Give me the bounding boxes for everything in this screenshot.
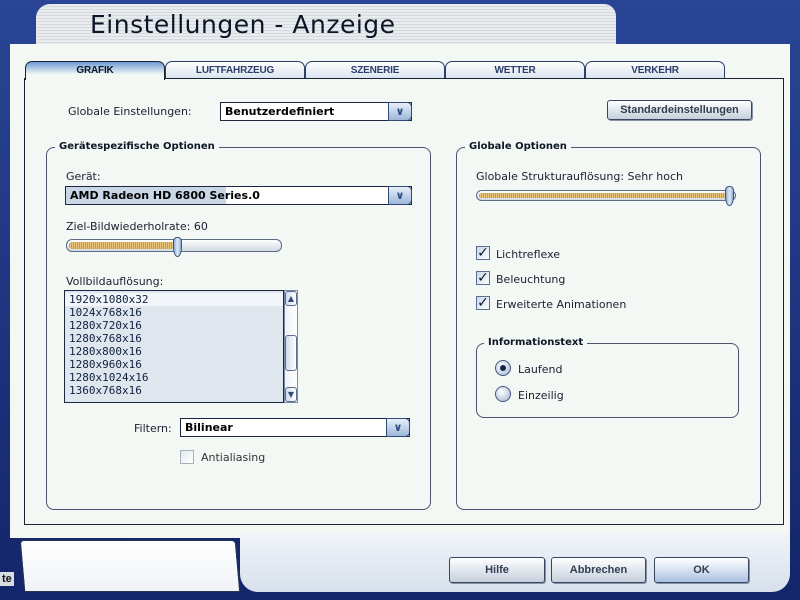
texture-resolution-thumb[interactable] [725,186,734,206]
resolution-item[interactable]: 1280x960x16 [65,358,283,371]
refresh-rate-fill [69,242,176,249]
resolution-item[interactable]: 1280x768x16 [65,332,283,345]
info-text-title: Informationstext [484,337,588,348]
global-settings-select[interactable]: Benutzerdefiniert ∨ [220,102,412,121]
laufend-radio[interactable] [495,360,511,376]
resolution-item[interactable]: 1024x768x16 [65,306,283,319]
resolution-item[interactable]: 1280x800x16 [65,345,283,358]
scroll-down-icon[interactable]: ▼ [285,387,297,402]
chevron-down-icon[interactable]: ∨ [388,102,412,121]
resolution-scrollbar[interactable]: ▲ ▼ [284,290,298,403]
texture-resolution-slider[interactable] [476,186,736,206]
device-value: AMD Radeon HD 6800 Series.0 [70,189,260,202]
refresh-rate-label: Ziel-Bildwiederholrate: 60 [66,220,208,233]
filter-select[interactable]: Bilinear ∨ [180,418,410,437]
resolution-list[interactable]: 1920x1080x32 1024x768x16 1280x720x16 1280x7… [64,290,284,403]
filter-value: Bilinear [185,421,233,434]
global-options-title: Globale Optionen [465,141,571,152]
einzeilig-label: Einzeilig [518,389,564,402]
tab-wetter[interactable]: WETTER [445,61,585,79]
resolution-item[interactable]: 1280x720x16 [65,319,283,332]
texture-resolution-label: Globale Strukturauflösung: Sehr hoch [476,170,684,183]
chevron-down-icon[interactable]: ∨ [388,186,412,205]
animations-label: Erweiterte Animationen [496,298,627,311]
chevron-down-icon[interactable]: ∨ [386,418,410,437]
status-panel [19,540,241,592]
scroll-up-icon[interactable]: ▲ [285,291,297,306]
resolution-label: Vollbildauflösung: [66,275,164,288]
beleuchtung-checkbox[interactable]: ✓ [476,271,490,285]
resolution-item[interactable]: 1920x1080x32 [65,293,283,306]
info-text-group [476,343,739,418]
edge-text: te [0,572,14,586]
tab-verkehr[interactable]: VERKEHR [585,61,725,79]
global-settings-label: Globale Einstellungen: [68,105,192,118]
resolution-item[interactable]: 1280x1024x16 [65,371,283,384]
device-options-title: Gerätespezifische Optionen [55,141,219,152]
cancel-button[interactable]: Abbrechen [551,557,646,583]
beleuchtung-label: Beleuchtung [496,273,566,286]
scroll-thumb[interactable] [285,335,297,371]
global-settings-value: Benutzerdefiniert [225,105,335,118]
einzeilig-radio[interactable] [495,386,511,402]
window-title: Einstellungen - Anzeige [90,10,396,39]
antialiasing-checkbox[interactable] [180,450,194,464]
device-select[interactable]: AMD Radeon HD 6800 Series.0 ∨ [65,186,412,205]
global-options-group [456,147,761,510]
texture-resolution-fill [479,193,727,198]
laufend-label: Laufend [518,363,563,376]
device-label: Gerät: [66,170,101,183]
help-button[interactable]: Hilfe [449,557,545,583]
lichtreflexe-checkbox[interactable]: ✓ [476,246,490,260]
antialiasing-label: Antialiasing [201,451,266,464]
animations-checkbox[interactable]: ✓ [476,296,490,310]
tab-luftfahrzeug[interactable]: LUFTFAHRZEUG [165,61,305,79]
resolution-item[interactable]: 1360x768x16 [65,384,283,397]
lichtreflexe-label: Lichtreflexe [496,248,561,261]
filter-label: Filtern: [134,422,172,435]
tab-szenerie[interactable]: SZENERIE [305,61,445,79]
defaults-button[interactable]: Standardeinstellungen [607,100,752,120]
refresh-rate-slider[interactable] [66,237,282,257]
ok-button[interactable]: OK [654,557,749,583]
tab-grafik[interactable]: GRAFIK [25,61,165,80]
